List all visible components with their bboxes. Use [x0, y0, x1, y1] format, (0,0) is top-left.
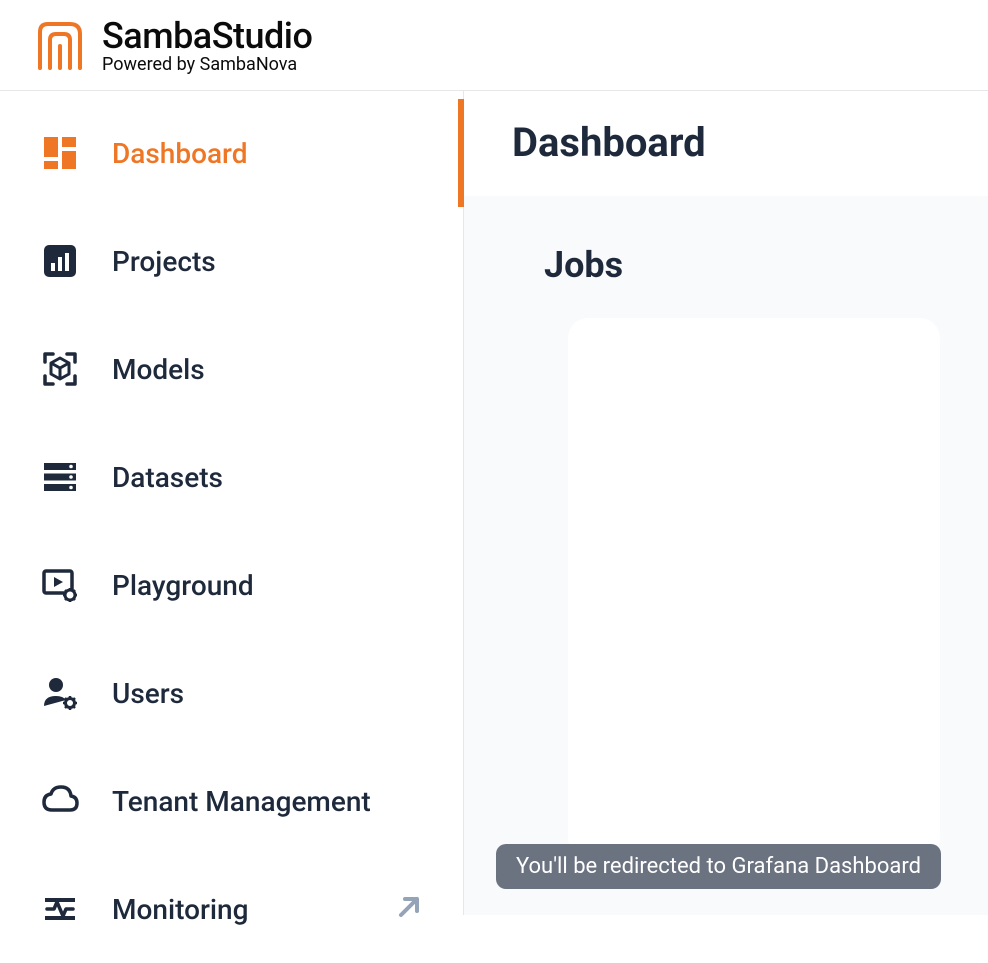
monitoring-tooltip: You'll be redirected to Grafana Dashboar…	[496, 844, 941, 889]
brand-subtitle: Powered by SambaNova	[102, 56, 312, 74]
server-icon	[40, 457, 80, 497]
sidebar-item-datasets[interactable]: Datasets	[0, 423, 463, 531]
sidebar-item-label: Datasets	[112, 461, 223, 494]
sidebar-item-dashboard[interactable]: Dashboard	[0, 99, 463, 207]
brand-title: SambaStudio	[102, 18, 312, 54]
jobs-card	[568, 318, 940, 858]
app-header: SambaStudio Powered by SambaNova	[0, 0, 988, 91]
page-header: Dashboard	[464, 91, 988, 196]
cube-icon	[40, 349, 80, 389]
sidebar-item-label: Dashboard	[112, 137, 247, 170]
play-settings-icon	[40, 565, 80, 605]
sidebar-item-label: Projects	[112, 245, 216, 278]
user-settings-icon	[40, 673, 80, 713]
activity-icon	[40, 889, 80, 929]
sidebar-item-projects[interactable]: Projects	[0, 207, 463, 315]
sidebar-item-label: Users	[112, 677, 184, 710]
sidebar-item-models[interactable]: Models	[0, 315, 463, 423]
dashboard-icon	[40, 133, 80, 173]
main-content: Dashboard Jobs You'll be redirected to G…	[464, 91, 988, 915]
main-layout: Dashboard Projects Models	[0, 91, 988, 915]
sidebar-nav: Dashboard Projects Models	[0, 91, 464, 915]
brand-block: SambaStudio Powered by SambaNova	[102, 18, 312, 74]
page-title: Dashboard	[512, 119, 940, 166]
content-area: Jobs	[464, 196, 988, 915]
sidebar-item-playground[interactable]: Playground	[0, 531, 463, 639]
section-title-jobs: Jobs	[544, 244, 940, 286]
cloud-icon	[40, 781, 80, 821]
sidebar-item-label: Playground	[112, 569, 254, 602]
sambanova-logo-icon	[30, 18, 86, 74]
bar-chart-icon	[40, 241, 80, 281]
sidebar-item-users[interactable]: Users	[0, 639, 463, 747]
sidebar-item-label: Monitoring	[112, 893, 248, 926]
sidebar-item-tenant-management[interactable]: Tenant Management	[0, 747, 463, 855]
sidebar-item-label: Models	[112, 353, 205, 386]
external-link-icon	[395, 893, 423, 925]
sidebar-item-label: Tenant Management	[112, 785, 371, 818]
sidebar-item-monitoring[interactable]: Monitoring	[0, 855, 463, 963]
